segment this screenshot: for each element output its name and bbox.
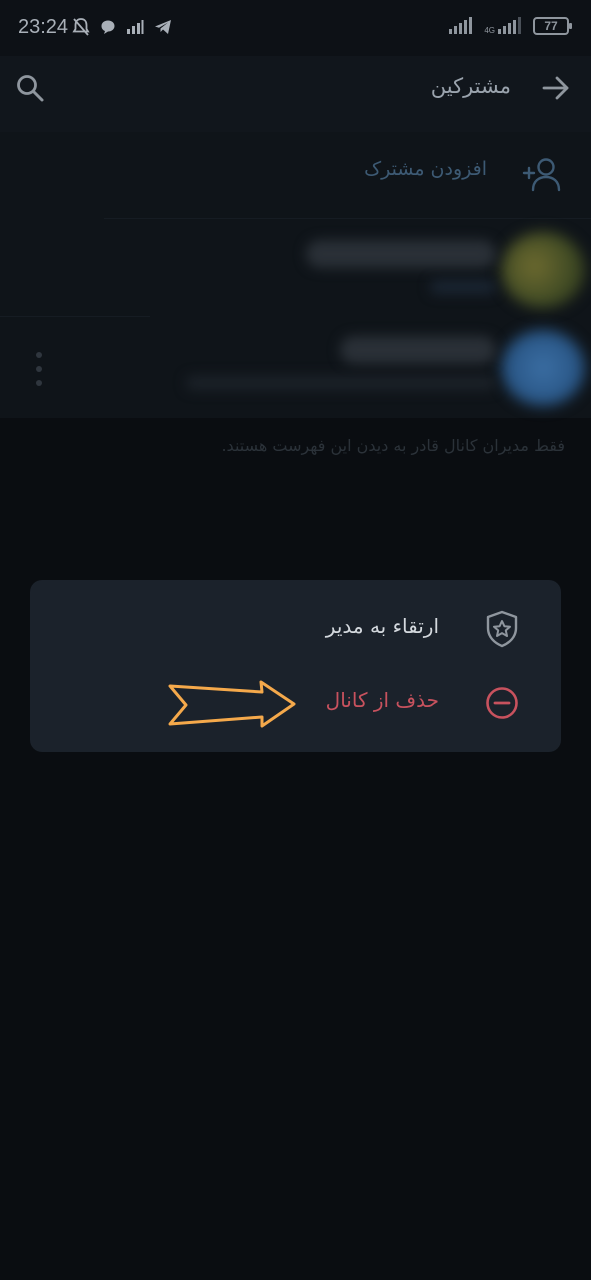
member-status-blurred xyxy=(186,376,496,390)
back-button[interactable] xyxy=(536,68,576,108)
divider xyxy=(0,316,150,317)
search-icon xyxy=(17,75,44,102)
network-type: 4G xyxy=(484,26,495,35)
dot xyxy=(36,352,42,358)
search-button[interactable] xyxy=(10,68,50,108)
shield-star-icon xyxy=(486,610,518,648)
member-name-blurred xyxy=(340,336,496,364)
list-item[interactable] xyxy=(0,222,591,318)
list-item[interactable] xyxy=(0,320,591,416)
arrow-forward-icon xyxy=(542,76,569,100)
network-indicator: 4G xyxy=(484,17,525,35)
status-bar: 23:24 4G 77 xyxy=(0,0,591,56)
app-bar: مشترکین xyxy=(0,56,591,132)
more-options-button[interactable] xyxy=(30,352,48,386)
admin-only-note: فقط مدیران کانال قادر به دیدن این فهرست … xyxy=(221,436,565,455)
promote-to-admin-label: ارتقاء به مدیر xyxy=(325,614,439,638)
minus-circle-icon xyxy=(486,687,518,719)
status-right-icons: 4G 77 xyxy=(448,17,572,35)
avatar xyxy=(501,330,585,406)
page-title: مشترکین xyxy=(430,74,511,98)
signal-icon-2 xyxy=(498,17,521,34)
signal-icon xyxy=(449,17,473,34)
add-subscriber-label: افزودن مشترک xyxy=(364,158,487,180)
battery-icon: 77 xyxy=(533,17,572,35)
add-subscriber-row[interactable]: افزودن مشترک xyxy=(0,132,591,218)
dot xyxy=(36,380,42,386)
annotation-arrow-icon xyxy=(168,680,296,728)
telegram-icon xyxy=(155,20,171,34)
subscribers-list: افزودن مشترک xyxy=(0,132,591,418)
chat-bubble-icon xyxy=(101,20,115,34)
promote-to-admin-item[interactable]: ارتقاء به مدیر xyxy=(30,594,561,664)
member-status-blurred xyxy=(430,280,496,294)
member-name-blurred xyxy=(306,240,496,268)
divider xyxy=(104,218,591,219)
signal-small-icon xyxy=(127,20,144,34)
bell-muted-icon xyxy=(72,18,90,36)
avatar xyxy=(501,232,585,308)
add-person-icon xyxy=(522,158,561,192)
status-left-icons xyxy=(72,17,172,37)
status-time: 23:24 xyxy=(18,16,69,38)
remove-from-channel-label: حذف از کانال xyxy=(325,688,439,712)
dot xyxy=(36,366,42,372)
